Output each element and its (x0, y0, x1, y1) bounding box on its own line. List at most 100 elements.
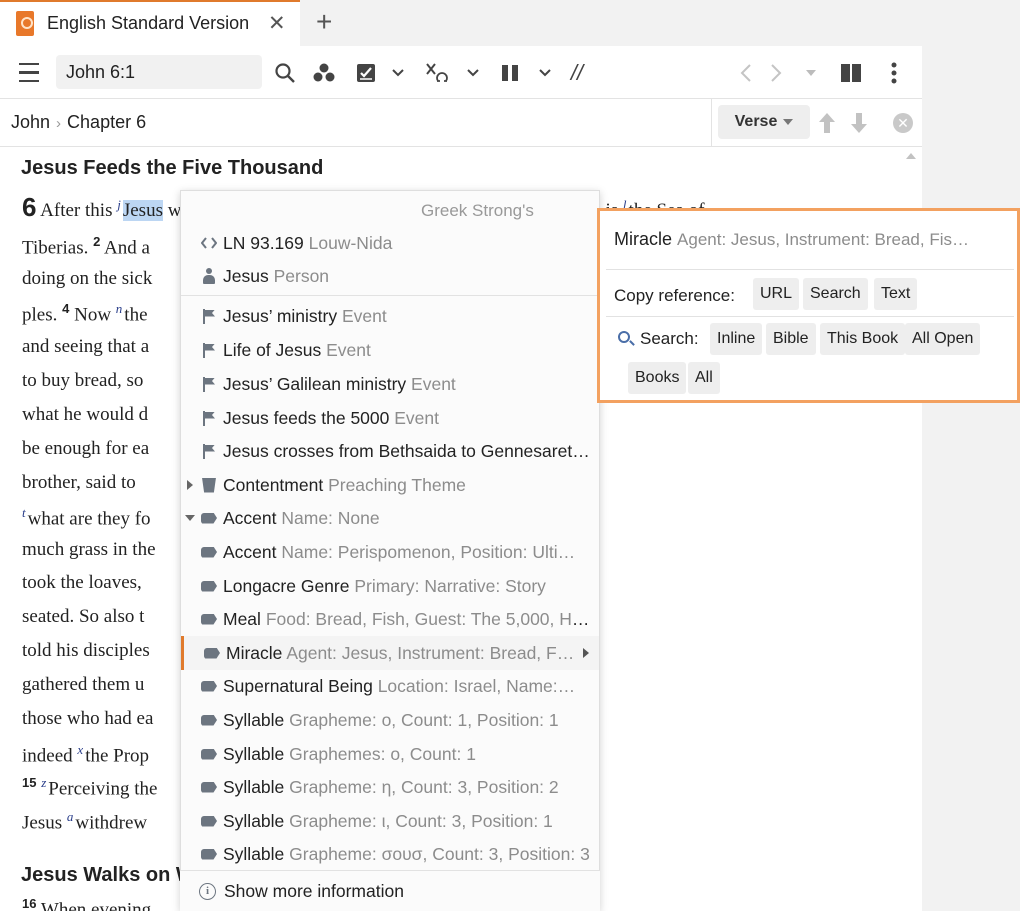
verse-text[interactable]: the Prop (85, 745, 149, 766)
menu-icon[interactable] (16, 46, 42, 99)
arrow-down-icon[interactable] (849, 111, 869, 135)
verse-text[interactable]: those who had ea (22, 708, 153, 729)
verse-text[interactable]: When evening (41, 899, 151, 911)
search-all-open-button[interactable]: All Open (905, 323, 981, 355)
parallel-resources-button[interactable]: // (563, 46, 591, 99)
copy-text-button[interactable]: Text (874, 278, 918, 310)
menu-item[interactable]: Supernatural Being Location: Israel, Nam… (181, 669, 599, 703)
checklist-icon[interactable] (353, 46, 379, 99)
menu-item[interactable]: Meal Food: Bread, Fish, Guest: The 5,000… (181, 602, 599, 636)
columns-icon[interactable] (497, 46, 523, 99)
search-icon[interactable] (272, 46, 298, 99)
chevron-down-icon[interactable] (390, 46, 406, 99)
verse-text[interactable]: After this (40, 200, 117, 221)
menu-item[interactable]: Jesus Person (181, 259, 599, 293)
verse-text[interactable]: told his disciples (22, 640, 150, 661)
menu-item[interactable]: Life of Jesus Event (181, 333, 599, 367)
cross-reference-marker[interactable]: z (41, 775, 46, 790)
menu-item[interactable]: Jesus’ ministry Event (181, 299, 599, 333)
chevron-down-icon[interactable] (465, 46, 481, 99)
clear-icon[interactable]: ✕ (893, 113, 913, 133)
cross-reference-marker[interactable]: j (117, 197, 121, 212)
menu-item[interactable]: Syllable Grapheme: σουσ, Count: 3, Posit… (181, 837, 599, 871)
search-label: Search: (640, 329, 699, 348)
scroll-up-icon[interactable] (906, 153, 916, 159)
verse-text[interactable]: brother, said to (22, 472, 136, 493)
menu-item-detail: Grapheme: σουσ, Count: 3, Position: 3 (289, 843, 590, 864)
verse-text[interactable]: ples. (22, 304, 62, 325)
copy-search-button[interactable]: Search (803, 278, 868, 310)
verse-text[interactable]: withdrew (75, 812, 147, 833)
verse-text[interactable]: the (124, 304, 147, 325)
visual-filters-icon[interactable] (311, 46, 337, 99)
menu-item-text: Syllable Grapheme: η, Count: 3, Position… (223, 777, 597, 798)
verse-text[interactable]: indeed (22, 745, 77, 766)
menu-item[interactable]: Jesus’ Galilean ministry Event (181, 367, 599, 401)
verse-line: seated. So also t (22, 606, 144, 628)
menu-item[interactable]: Syllable Graphemes: ο, Count: 1 (181, 737, 599, 771)
menu-item[interactable]: LN 93.169 Louw-Nida (181, 226, 599, 260)
search-inline-button[interactable]: Inline (710, 323, 763, 355)
verse-text[interactable]: Tiberias. (22, 237, 93, 258)
breadcrumb-chapter[interactable]: Chapter 6 (67, 112, 146, 132)
cross-reference-marker[interactable]: n (116, 301, 123, 316)
verse-text[interactable]: Jesus (22, 812, 67, 833)
breadcrumb-book[interactable]: John (11, 112, 50, 132)
menu-item[interactable]: Accent Name: Perispomenon, Position: Ult… (181, 535, 599, 569)
search-bible-button[interactable]: Bible (766, 323, 816, 355)
menu-item[interactable]: Syllable Grapheme: ο, Count: 1, Position… (181, 703, 599, 737)
verse-text[interactable]: and seeing that a (22, 336, 149, 357)
selected-word[interactable]: Jesus (122, 200, 163, 221)
show-more-information-label: Show more information (224, 880, 404, 901)
menu-item[interactable]: Jesus feeds the 5000 Event (181, 401, 599, 435)
expand-down-icon[interactable] (185, 515, 195, 521)
menu-item[interactable]: Syllable Grapheme: η, Count: 3, Position… (181, 770, 599, 804)
close-tab-button[interactable]: ✕ (268, 11, 286, 36)
verse-text[interactable]: Now (74, 304, 116, 325)
verse-text[interactable]: doing on the sick (22, 268, 152, 289)
menu-item[interactable]: Miracle Agent: Jesus, Instrument: Bread,… (181, 636, 599, 670)
popup-title: Miracle Agent: Jesus, Instrument: Bread,… (614, 229, 1009, 250)
forward-icon[interactable] (766, 46, 786, 99)
cross-reference-marker[interactable]: t (22, 505, 26, 520)
more-options-icon[interactable] (884, 46, 904, 99)
verse-text[interactable]: And a (104, 237, 150, 258)
search-books-button[interactable]: Books (628, 362, 687, 394)
tag-icon (201, 510, 217, 526)
menu-item-detail: Event (411, 373, 456, 394)
search-all-button[interactable]: All (688, 362, 720, 394)
tab-esv[interactable]: English Standard Version ✕ (0, 0, 300, 46)
verse-text[interactable]: what are they fo (28, 508, 151, 529)
verse-line: those who had ea (22, 708, 153, 730)
menu-item[interactable]: Longacre Genre Primary: Narrative: Story (181, 569, 599, 603)
menu-item[interactable]: Accent Name: None (181, 501, 599, 535)
menu-item[interactable]: Jesus crosses from Bethsaida to Gennesar… (181, 434, 599, 468)
back-icon[interactable] (736, 46, 756, 99)
cross-reference-marker[interactable]: a (67, 809, 74, 824)
menu-item-text: Jesus’ ministry Event (223, 306, 597, 327)
verse-text[interactable]: seated. So also t (22, 606, 144, 627)
arrow-up-icon[interactable] (817, 111, 837, 135)
cross-reference-marker[interactable]: x (77, 742, 83, 757)
verse-text[interactable]: much grass in the (22, 539, 156, 560)
verse-text[interactable]: to buy bread, so (22, 370, 143, 391)
interlinear-icon[interactable] (423, 46, 451, 99)
verse-text[interactable]: Perceiving the (48, 778, 157, 799)
verse-dropdown[interactable]: Verse (718, 105, 810, 139)
verse-text[interactable]: be enough for ea (22, 438, 149, 459)
history-dropdown-icon[interactable] (803, 46, 819, 99)
new-tab-button[interactable]: + (316, 6, 332, 38)
panel-layout-icon[interactable] (838, 46, 864, 99)
menu-item[interactable]: Contentment Preaching Theme (181, 468, 599, 502)
verse-text[interactable]: what he would d (22, 404, 148, 425)
show-more-information-item[interactable]: i Show more information (180, 870, 600, 911)
tag-icon (201, 611, 217, 627)
verse-text[interactable]: gathered them u (22, 674, 144, 695)
search-this-book-button[interactable]: This Book (820, 323, 906, 355)
chevron-down-icon[interactable] (537, 46, 553, 99)
copy-url-button[interactable]: URL (753, 278, 800, 310)
verse-text[interactable]: took the loaves, (22, 572, 142, 593)
expand-right-icon[interactable] (187, 480, 193, 490)
menu-item[interactable]: Syllable Grapheme: ι, Count: 3, Position… (181, 804, 599, 838)
reference-input[interactable] (56, 55, 262, 89)
